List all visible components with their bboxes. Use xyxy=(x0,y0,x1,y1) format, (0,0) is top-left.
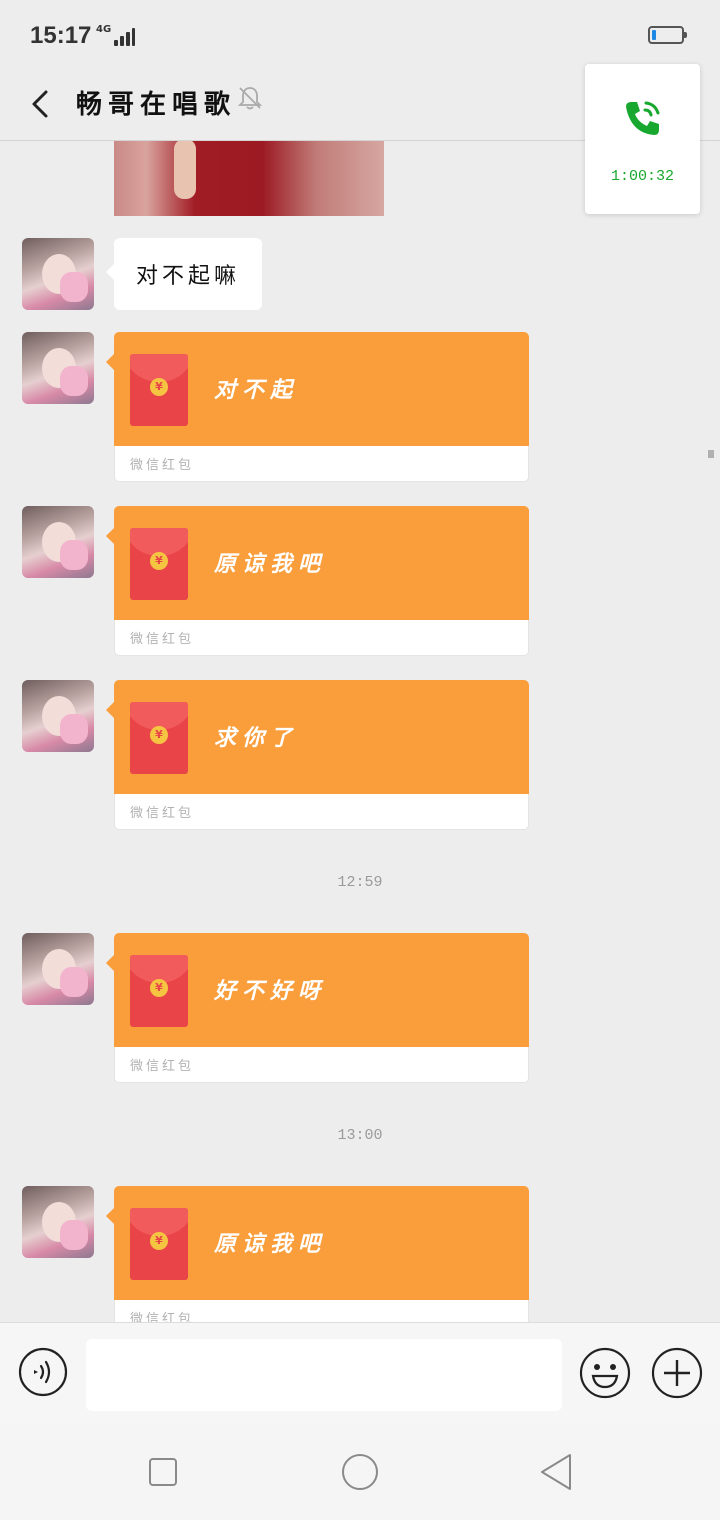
avatar[interactable] xyxy=(22,1186,94,1258)
image-message[interactable] xyxy=(114,141,384,216)
red-packet-label: 微信红包 xyxy=(130,806,195,821)
red-packet-text: 求你了 xyxy=(214,725,299,751)
red-packet-label: 微信红包 xyxy=(130,1312,195,1322)
red-packet-message[interactable]: ¥ 好不好呀 微信红包 xyxy=(106,933,529,1084)
red-packet-message[interactable]: ¥ 原谅我吧 微信红包 xyxy=(106,506,529,657)
red-packet-text: 好不好呀 xyxy=(214,978,327,1004)
signal-icon xyxy=(110,26,135,46)
message-input[interactable] xyxy=(86,1339,562,1411)
timestamp: 12:59 xyxy=(337,874,383,891)
scroll-indicator[interactable] xyxy=(708,450,714,458)
red-packet-text: 对不起 xyxy=(214,377,299,403)
voice-call-floating-window[interactable]: 1:00:32 xyxy=(585,64,700,214)
input-bar xyxy=(0,1322,720,1425)
red-envelope-icon: ¥ xyxy=(130,528,188,600)
chat-title: 畅哥在唱歌 xyxy=(76,90,237,120)
timestamp: 13:00 xyxy=(337,1127,383,1144)
red-packet-label: 微信红包 xyxy=(130,632,195,647)
avatar[interactable] xyxy=(22,506,94,578)
avatar[interactable] xyxy=(22,680,94,752)
network-type: 4G xyxy=(96,24,112,35)
voice-input-icon[interactable] xyxy=(18,1347,68,1397)
avatar[interactable] xyxy=(22,332,94,404)
back-triangle-icon[interactable] xyxy=(538,1452,574,1492)
more-plus-icon[interactable] xyxy=(651,1347,703,1399)
red-envelope-icon: ¥ xyxy=(130,354,188,426)
battery-icon xyxy=(648,26,687,44)
red-packet-label: 微信红包 xyxy=(130,458,195,473)
red-packet-label: 微信红包 xyxy=(130,1059,195,1074)
red-packet-message[interactable]: ¥ 对不起 微信红包 xyxy=(106,332,529,483)
back-arrow-icon[interactable] xyxy=(22,84,62,124)
red-packet-text: 原谅我吧 xyxy=(214,551,327,577)
home-icon[interactable] xyxy=(340,1452,380,1492)
avatar[interactable] xyxy=(22,238,94,310)
text-message[interactable]: 对不起嘛 xyxy=(105,238,263,310)
red-packet-message[interactable]: ¥ 求你了 微信红包 xyxy=(106,680,529,831)
phone-icon xyxy=(626,101,660,135)
emoji-icon[interactable] xyxy=(579,1347,631,1399)
system-nav-bar xyxy=(0,1424,720,1520)
chat-messages[interactable]: 对不起嘛 ¥ 对不起 微信红包 ¥ 原谅我吧 微信红包 ¥ 求你了 微信红包 1… xyxy=(0,141,720,1322)
status-bar: 15:17 4G xyxy=(0,0,720,70)
call-duration: 1:00:32 xyxy=(610,168,674,185)
mute-bell-icon xyxy=(237,87,263,110)
red-envelope-icon: ¥ xyxy=(130,702,188,774)
red-envelope-icon: ¥ xyxy=(130,1208,188,1280)
red-envelope-icon: ¥ xyxy=(130,955,188,1027)
red-packet-message[interactable]: ¥ 原谅我吧 微信红包 xyxy=(106,1186,529,1322)
red-packet-text: 原谅我吧 xyxy=(214,1231,327,1257)
avatar[interactable] xyxy=(22,933,94,1005)
status-time: 15:17 xyxy=(30,22,92,49)
recent-apps-icon[interactable] xyxy=(148,1457,178,1487)
